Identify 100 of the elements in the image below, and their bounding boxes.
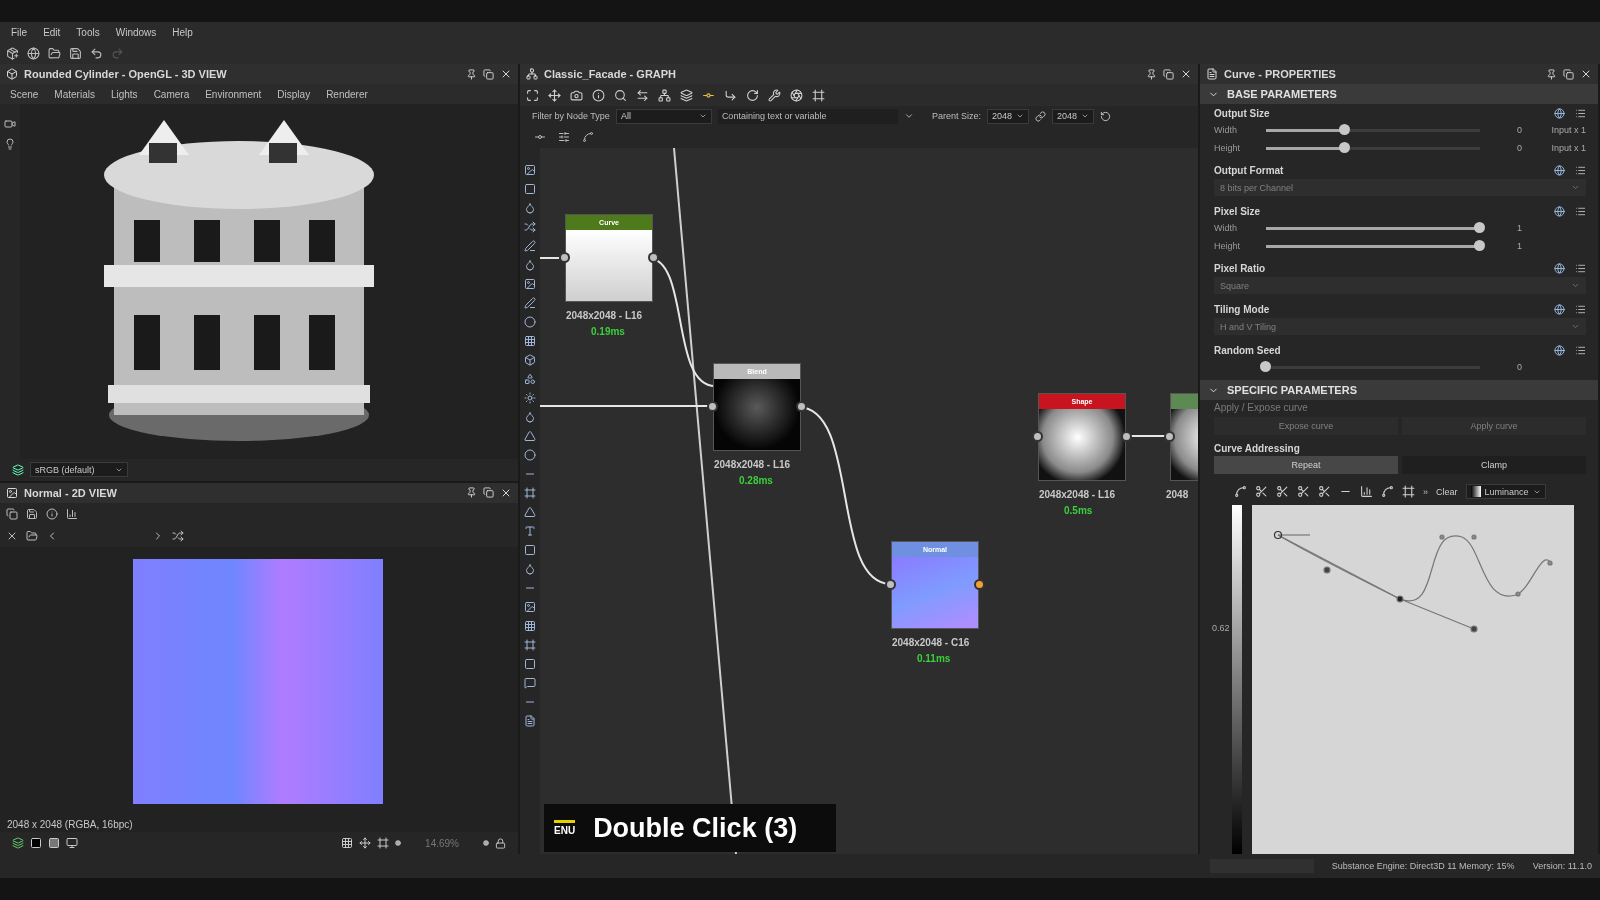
spline-icon[interactable] xyxy=(582,131,594,143)
view-menu-tab[interactable]: Display xyxy=(271,86,317,102)
menu-item[interactable]: Windows xyxy=(108,24,164,40)
grid-icon[interactable] xyxy=(524,620,536,632)
slider-thumb[interactable] xyxy=(1339,142,1351,153)
frame-icon[interactable] xyxy=(377,837,390,849)
layers-icon[interactable] xyxy=(12,463,24,476)
info-icon[interactable] xyxy=(46,507,58,520)
histogram-icon[interactable] xyxy=(1360,485,1373,498)
crop-frame-icon[interactable] xyxy=(812,88,825,102)
pin-icon[interactable] xyxy=(466,487,477,499)
save-icon[interactable] xyxy=(26,507,38,520)
frame-icon[interactable] xyxy=(526,88,539,102)
list-menu-icon[interactable] xyxy=(1575,304,1586,315)
reset-icon[interactable] xyxy=(1099,110,1111,122)
frame-icon[interactable] xyxy=(524,487,536,499)
histogram-icon[interactable] xyxy=(66,507,78,520)
view-menu-tab[interactable]: Lights xyxy=(104,86,144,102)
list-menu-icon[interactable] xyxy=(1575,206,1586,217)
open-folder-icon[interactable] xyxy=(48,46,61,60)
droplet-icon[interactable] xyxy=(524,202,536,214)
channel-dropdown[interactable]: Luminance xyxy=(1465,484,1546,499)
background-swatch-icon[interactable] xyxy=(30,837,42,849)
video-camera-icon[interactable] xyxy=(4,118,16,130)
colorspace-dropdown[interactable]: sRGB (default) xyxy=(30,462,128,478)
image-icon[interactable] xyxy=(524,601,536,613)
restore-icon[interactable] xyxy=(1163,68,1174,80)
input-port[interactable] xyxy=(1032,431,1043,442)
pen-icon[interactable] xyxy=(524,297,536,309)
scissors-icon[interactable] xyxy=(1276,485,1289,498)
dropdown-caret-icon[interactable] xyxy=(903,111,914,121)
menu-item[interactable]: Help xyxy=(165,24,200,40)
input-port[interactable] xyxy=(707,401,718,412)
lock-icon[interactable] xyxy=(495,837,506,849)
circle-icon[interactable] xyxy=(524,316,536,328)
slider-thumb[interactable] xyxy=(1339,124,1351,135)
list-menu-icon[interactable] xyxy=(1575,165,1586,176)
pen-icon[interactable] xyxy=(524,240,536,252)
addressing-toggle[interactable]: Clamp xyxy=(1402,456,1586,474)
frame-icon[interactable] xyxy=(1402,485,1415,498)
input-port[interactable] xyxy=(885,579,896,590)
camera-icon[interactable] xyxy=(570,88,583,102)
rotate-icon[interactable] xyxy=(746,88,759,102)
triangle-icon[interactable] xyxy=(524,506,536,518)
section-header[interactable]: SPECIFIC PARAMETERS xyxy=(1200,380,1598,400)
search-icon[interactable] xyxy=(614,88,627,102)
view-menu-tab[interactable]: Camera xyxy=(147,86,196,102)
corner-arrow-icon[interactable] xyxy=(724,88,737,102)
curve-button[interactable]: Expose curve xyxy=(1214,417,1398,435)
link-icon[interactable] xyxy=(1034,110,1046,122)
droplet-icon[interactable] xyxy=(524,563,536,575)
caret-icon[interactable] xyxy=(698,112,707,120)
save-icon[interactable] xyxy=(69,46,82,60)
caret-icon[interactable] xyxy=(1080,112,1089,120)
undo-icon[interactable] xyxy=(90,46,103,60)
restore-icon[interactable] xyxy=(483,487,494,499)
image-icon[interactable] xyxy=(524,164,536,176)
menu-item[interactable]: Tools xyxy=(69,24,107,40)
more-indicator[interactable]: » xyxy=(1423,486,1428,497)
sun-icon[interactable] xyxy=(524,392,536,404)
node-type-dropdown[interactable]: All xyxy=(615,108,712,124)
view-menu-tab[interactable]: Environment xyxy=(199,86,268,102)
layers-icon[interactable] xyxy=(680,88,693,102)
close-icon[interactable] xyxy=(500,68,512,80)
grid-icon[interactable] xyxy=(341,837,354,849)
cube-icon[interactable] xyxy=(524,354,536,366)
copy-icon[interactable] xyxy=(6,507,18,520)
shuffle-icon[interactable] xyxy=(524,221,536,233)
square-icon[interactable] xyxy=(524,658,536,670)
output-port[interactable] xyxy=(648,252,659,263)
droplet-icon[interactable] xyxy=(524,259,536,271)
clear-button[interactable]: Clear xyxy=(1436,486,1458,497)
view-menu-tab[interactable]: Renderer xyxy=(320,86,374,102)
slider-thumb[interactable] xyxy=(1474,240,1485,251)
lightbulb-icon[interactable] xyxy=(4,138,16,150)
close-icon[interactable] xyxy=(1580,68,1592,80)
list-menu-icon[interactable] xyxy=(1575,263,1586,274)
text-icon[interactable] xyxy=(524,525,536,537)
package-plus-icon[interactable] xyxy=(6,46,19,60)
network-icon[interactable] xyxy=(658,88,671,102)
section-header[interactable]: BASE PARAMETERS xyxy=(1200,84,1598,104)
pin-icon[interactable] xyxy=(466,68,477,80)
height-dropdown[interactable]: 2048 xyxy=(1051,108,1094,124)
input-port[interactable] xyxy=(1164,431,1175,442)
view-menu-tab[interactable]: Materials xyxy=(48,86,101,102)
curve-icon[interactable] xyxy=(1381,485,1394,498)
output-port[interactable] xyxy=(1121,431,1132,442)
pin-icon[interactable] xyxy=(1546,68,1557,80)
shuffle-icon[interactable] xyxy=(172,529,184,542)
shapes-icon[interactable] xyxy=(524,373,536,385)
input-port[interactable] xyxy=(559,252,570,263)
info-icon[interactable] xyxy=(592,88,605,102)
arrows-icon[interactable] xyxy=(636,88,649,102)
scissors-icon[interactable] xyxy=(1318,485,1331,498)
open-folder-icon[interactable] xyxy=(26,529,38,542)
addressing-toggle[interactable]: Repeat xyxy=(1214,456,1398,474)
list-menu-icon[interactable] xyxy=(1575,345,1586,356)
scissors-icon[interactable] xyxy=(1255,485,1268,498)
aperture-icon[interactable] xyxy=(790,88,803,102)
restore-icon[interactable] xyxy=(483,68,494,80)
